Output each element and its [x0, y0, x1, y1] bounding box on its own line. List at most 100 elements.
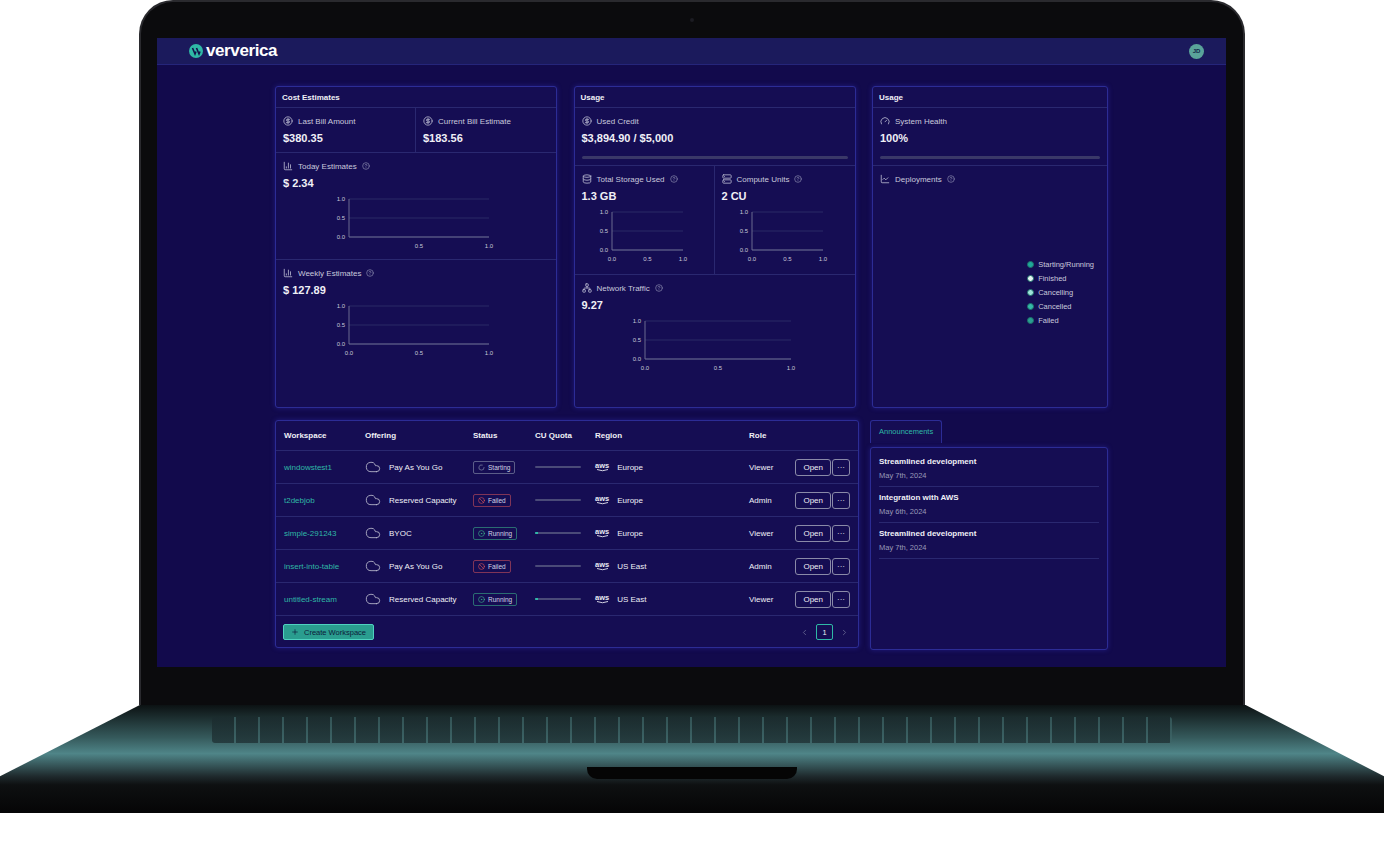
next-page-icon[interactable] — [840, 628, 849, 637]
offering-cell: Reserved Capacity — [365, 492, 473, 508]
aws-smile-icon — [596, 568, 609, 571]
legend-item[interactable]: Cancelled — [1027, 302, 1094, 311]
announcement-date: May 7th, 2024 — [879, 543, 1099, 552]
svg-text:0.5: 0.5 — [415, 350, 424, 356]
workspace-table: WorkspaceOfferingStatusCU QuotaRegionRol… — [275, 420, 859, 648]
cost-card: Cost EstimatesLast Bill Amount$380.35Cur… — [275, 86, 557, 408]
legend-item[interactable]: Cancelling — [1027, 288, 1094, 297]
more-button[interactable]: ··· — [832, 492, 850, 509]
logo[interactable]: ververica — [189, 41, 277, 61]
workspace-cell: insert-into-table — [284, 562, 365, 571]
estimate-section: Weekly Estimates$ 127.891.00.50.00.00.51… — [276, 260, 556, 366]
create-workspace-button[interactable]: Create Workspace — [283, 624, 374, 640]
aws-smile-icon — [596, 502, 609, 505]
svg-text:0.0: 0.0 — [337, 234, 346, 240]
health-card: UsageSystem Health100%DeploymentsStartin… — [872, 86, 1108, 408]
open-button[interactable]: Open — [795, 459, 831, 476]
workspace-link[interactable]: simple-291243 — [284, 529, 336, 538]
bar-chart-icon — [283, 268, 293, 278]
svg-text:0.5: 0.5 — [337, 215, 346, 221]
quota-bar — [535, 532, 581, 534]
svg-text:1.0: 1.0 — [485, 350, 494, 356]
info-icon[interactable] — [366, 269, 374, 277]
tab[interactable]: Announcements — [870, 420, 942, 443]
chart-legend: Starting/Running Finished Cancelling Cancel… — [1027, 260, 1094, 325]
offering-text: Reserved Capacity — [389, 595, 457, 604]
workspace-link[interactable]: insert-into-table — [284, 562, 339, 571]
announcement-item[interactable]: Streamlined developmentMay 7th, 2024 — [879, 451, 1099, 487]
announcement-item[interactable]: Streamlined developmentMay 7th, 2024 — [879, 523, 1099, 559]
svg-text:0.0: 0.0 — [748, 256, 757, 262]
offering-text: Pay As You Go — [389, 562, 442, 571]
legend-item[interactable]: Starting/Running — [1027, 260, 1094, 269]
deployments-chart: Starting/Running Finished Cancelling Cancel… — [880, 184, 1100, 401]
table-row[interactable]: insert-into-tablePay As You GoFailedawsU… — [276, 550, 858, 583]
page: ververica JD Cost EstimatesLast Bill Amoun… — [0, 0, 1400, 841]
open-button[interactable]: Open — [795, 492, 831, 509]
status-badge: Failed — [473, 560, 511, 573]
open-button[interactable]: Open — [795, 525, 831, 542]
info-icon[interactable] — [670, 175, 678, 183]
legend-item[interactable]: Failed — [1027, 316, 1094, 325]
region-cell: awsEurope — [595, 462, 749, 473]
quota-cell — [535, 532, 595, 534]
offering-cell: Pay As You Go — [365, 558, 473, 574]
aws-logo: aws — [595, 495, 609, 506]
more-button[interactable]: ··· — [832, 459, 850, 476]
cloud-icon — [365, 492, 381, 508]
table-row[interactable]: untitled-stream Reserved Capacity Running a… — [276, 583, 858, 616]
svg-text:0.0: 0.0 — [740, 247, 749, 253]
tab-bar: Announcements — [870, 420, 1108, 443]
row-actions: Open··· — [798, 591, 850, 608]
page-button[interactable]: 1 — [816, 624, 833, 640]
laptop-lid: ververica JD Cost EstimatesLast Bill Amoun… — [139, 0, 1245, 705]
chart-box: 1.00.50.00.00.51.0 — [582, 208, 707, 266]
metric-label: Total Storage Used — [582, 174, 707, 184]
info-icon[interactable] — [947, 175, 955, 183]
workspace-link[interactable]: windowstest1 — [284, 463, 332, 472]
bill-item: Current Bill Estimate$183.56 — [416, 108, 556, 152]
previous-page-icon[interactable] — [800, 628, 809, 637]
aws-smile-icon — [596, 535, 609, 538]
region-text: Europe — [617, 529, 643, 538]
info-icon[interactable] — [362, 162, 370, 170]
role-cell: Viewer — [749, 529, 798, 538]
region-cell: awsUS East — [595, 594, 749, 605]
info-icon[interactable] — [794, 175, 802, 183]
metric-value: 9.27 — [582, 299, 848, 311]
info-icon[interactable] — [655, 284, 663, 292]
user-avatar[interactable]: JD — [1189, 44, 1204, 59]
camera-dot — [690, 18, 694, 22]
column-header: Status — [473, 431, 535, 440]
plus-icon — [291, 628, 299, 636]
workspace-link[interactable]: untitled-stream — [284, 595, 337, 604]
more-button[interactable]: ··· — [832, 558, 850, 575]
metric-value: $ 127.89 — [283, 284, 549, 296]
table-row[interactable]: windowstest1Pay As You GoStartingawsEuro… — [276, 451, 858, 484]
health-section: System Health100% — [873, 108, 1107, 166]
bottom-row: WorkspaceOfferingStatusCU QuotaRegionRol… — [275, 420, 1108, 650]
legend-item[interactable]: Finished — [1027, 274, 1094, 283]
announcement-item[interactable]: Integration with AWSMay 6th, 2024 — [879, 487, 1099, 523]
status-badge: Running — [473, 593, 517, 606]
aws-logo: aws — [595, 528, 609, 539]
aws-smile-icon — [596, 601, 609, 604]
svg-text:0.5: 0.5 — [632, 337, 641, 343]
row-actions: Open··· — [798, 525, 850, 542]
announcement-title: Integration with AWS — [879, 493, 1099, 502]
status-cell: Failed — [473, 494, 535, 507]
table-footer: Create Workspace 1 — [276, 616, 858, 640]
row-actions: Open··· — [798, 492, 850, 509]
column-header: CU Quota — [535, 431, 595, 440]
workspace-link[interactable]: t2debjob — [284, 496, 315, 505]
table-row[interactable]: simple-291243BYOCRunningawsEuropeViewerO… — [276, 517, 858, 550]
more-button[interactable]: ··· — [832, 525, 850, 542]
table-row[interactable]: t2debjobReserved CapacityFailedawsEurope… — [276, 484, 858, 517]
svg-text:0.5: 0.5 — [740, 228, 749, 234]
open-button[interactable]: Open — [795, 591, 831, 608]
usage-metric: Total Storage Used1.3 GB1.00.50.00.00.51… — [575, 166, 715, 274]
more-button[interactable]: ··· — [832, 591, 850, 608]
aws-logo: aws — [595, 561, 609, 572]
open-button[interactable]: Open — [795, 558, 831, 575]
card-title: Usage — [575, 87, 855, 108]
